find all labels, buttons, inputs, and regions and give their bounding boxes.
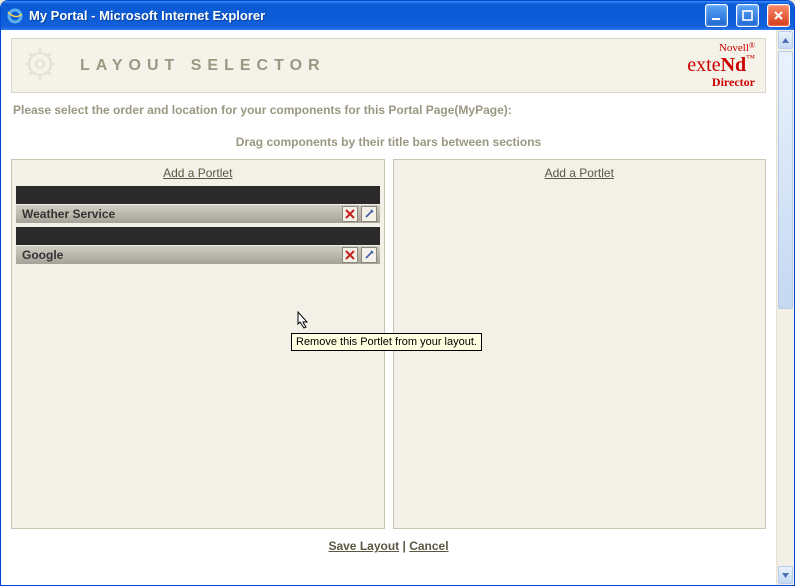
tooltip: Remove this Portlet from your layout. (291, 333, 482, 351)
footer-actions: Save Layout | Cancel (11, 539, 766, 553)
remove-portlet-button[interactable] (342, 247, 358, 263)
close-button[interactable] (767, 4, 790, 27)
add-portlet-link-right[interactable]: Add a Portlet (394, 166, 766, 180)
brand-director: Director (687, 76, 755, 89)
browser-window: My Portal - Microsoft Internet Explorer (0, 0, 795, 586)
scroll-up-button[interactable] (778, 31, 793, 49)
brand-novell: Novell (719, 42, 749, 54)
cancel-link[interactable]: Cancel (409, 539, 448, 553)
window-title: My Portal - Microsoft Internet Explorer (29, 8, 697, 23)
scroll-track[interactable] (777, 310, 794, 566)
portlet-title: Weather Service (22, 207, 339, 221)
brand-logo: Novell® exteNd™ Director (687, 42, 755, 89)
portlet-header[interactable]: Weather Service (16, 204, 380, 223)
save-layout-link[interactable]: Save Layout (328, 539, 399, 553)
portlet-title: Google (22, 248, 339, 262)
brand-extend-b: Nd (721, 54, 747, 76)
maximize-button[interactable] (736, 4, 759, 27)
portlet[interactable]: Google (16, 227, 380, 264)
vertical-scrollbar[interactable] (776, 30, 794, 585)
window-titlebar[interactable]: My Portal - Microsoft Internet Explorer (1, 1, 794, 30)
portlet-drag-bar[interactable] (16, 227, 380, 245)
ie-icon (7, 8, 23, 24)
scroll-thumb[interactable] (778, 51, 793, 309)
portlet-header[interactable]: Google (16, 245, 380, 264)
instruction-primary: Please select the order and location for… (13, 103, 764, 117)
instruction-secondary: Drag components by their title bars betw… (11, 135, 766, 149)
brand-extend-a: exte (687, 54, 720, 76)
minimize-button[interactable] (705, 4, 728, 27)
separator: | (399, 539, 409, 553)
remove-portlet-button[interactable] (342, 206, 358, 222)
header-banner: LAYOUT SELECTOR Novell® exteNd™ Director (11, 38, 766, 93)
edit-portlet-button[interactable] (361, 206, 377, 222)
portlet[interactable]: Weather Service (16, 186, 380, 223)
page-title: LAYOUT SELECTOR (80, 57, 326, 75)
add-portlet-link-left[interactable]: Add a Portlet (12, 166, 384, 180)
edit-portlet-button[interactable] (361, 247, 377, 263)
scroll-down-button[interactable] (778, 566, 793, 584)
page-body: LAYOUT SELECTOR Novell® exteNd™ Director… (1, 30, 776, 585)
portlet-drag-bar[interactable] (16, 186, 380, 204)
gear-icon (22, 42, 70, 90)
content-area: LAYOUT SELECTOR Novell® exteNd™ Director… (1, 30, 794, 585)
